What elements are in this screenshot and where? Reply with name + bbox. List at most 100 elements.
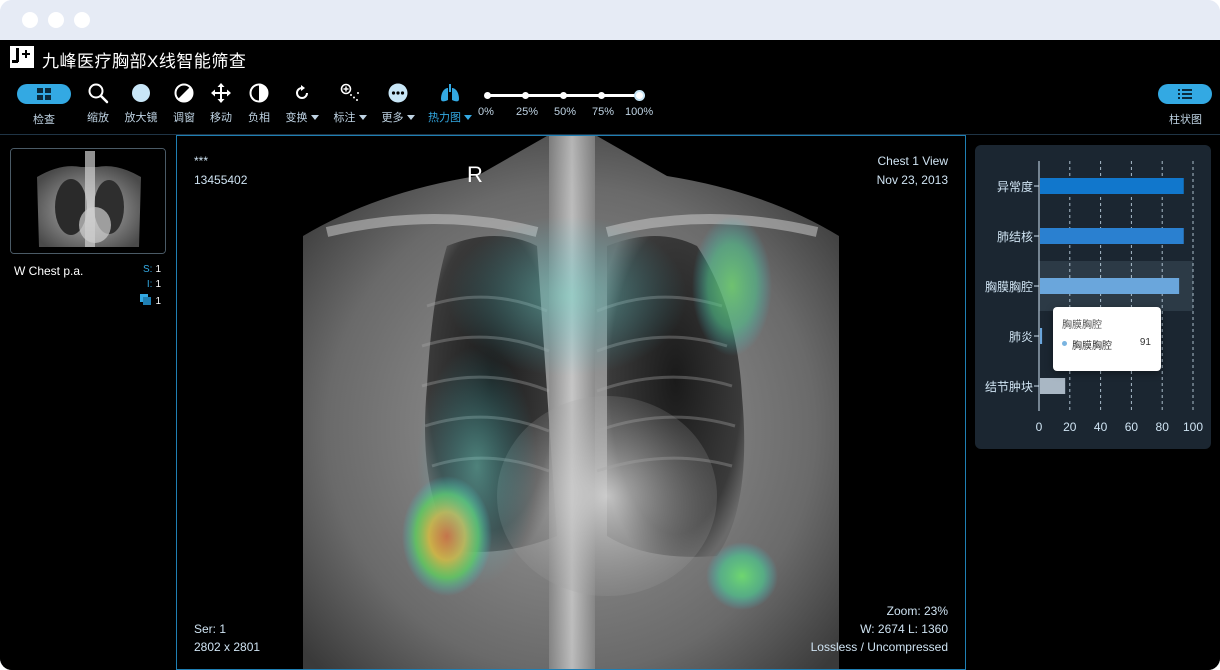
chevron-down-icon	[464, 115, 472, 120]
bar	[1040, 178, 1184, 194]
chest-xray-image[interactable]	[177, 136, 965, 669]
app-logo	[10, 46, 34, 68]
category-label: 肺炎	[1008, 330, 1033, 344]
meta-image-count: I: 1	[146, 279, 161, 290]
tooltip-value: 91	[1139, 337, 1151, 348]
tooltip-title: 胸膜胸腔	[1062, 320, 1102, 331]
slider-tick-dot[interactable]	[559, 92, 567, 99]
score-bar-chart: 0 20 40 60 80 100 异常度 肺结核 胸膜胸腔 肺炎 结节肿块 胸膜胸腔 胸膜胸腔 …	[975, 145, 1211, 449]
image-viewer[interactable]: R *** 13455402 Chest 1 View Nov 23, 2013…	[176, 135, 966, 670]
category-label: 肺结核	[996, 230, 1033, 244]
study-date: Nov 23, 2013	[876, 173, 948, 187]
x-tick-label: 60	[1125, 420, 1139, 434]
annotate-label: 标注	[333, 112, 356, 124]
window-level-label: 调窗	[173, 112, 195, 124]
compression-readout: Lossless / Uncompressed	[810, 640, 948, 654]
more-tool[interactable]: 更多	[380, 82, 416, 125]
patient-id: 13455402	[194, 173, 248, 187]
exam-label: 检查	[33, 114, 55, 126]
grid-icon	[37, 88, 51, 100]
study-description: Chest 1 View	[877, 154, 948, 168]
chart-tooltip: 胸膜胸腔 胸膜胸腔 91	[1053, 307, 1161, 371]
bar	[1040, 228, 1184, 244]
transform-label: 变换	[285, 112, 308, 124]
zoom-label: 缩放	[87, 112, 109, 124]
slider-tick-label: 75%	[592, 106, 615, 118]
magnifier-icon	[88, 83, 109, 104]
app-title: 九峰医疗胸部X线智能筛查	[42, 52, 247, 71]
slider-tick-label: 25%	[516, 106, 539, 118]
x-tick-label: 40	[1094, 420, 1108, 434]
series-thumbnail[interactable]	[10, 148, 166, 254]
half-circle-icon	[249, 83, 269, 103]
annotate-icon	[340, 83, 359, 101]
bar	[1040, 378, 1066, 394]
more-label: 更多	[381, 112, 404, 124]
slider-tick-label: 100%	[625, 106, 654, 118]
transform-tool[interactable]: 变换	[284, 82, 320, 125]
title-bar: 九峰医疗胸部X线智能筛查	[0, 40, 1220, 76]
slider-thumb[interactable]	[633, 90, 645, 101]
category-label: 结节肿块	[984, 380, 1033, 394]
bar	[1040, 328, 1043, 344]
zoom-tool[interactable]: 缩放	[84, 82, 112, 125]
app-window: 九峰医疗胸部X线智能筛查 检查 缩放 放大镜 调窗 移动 负相 变换 标注 更多…	[0, 0, 1220, 670]
annotate-tool[interactable]: 标注	[332, 82, 368, 125]
exam-button[interactable]	[17, 84, 71, 104]
window-level-tool[interactable]: 调窗	[170, 82, 198, 125]
slider-tick-dot[interactable]	[521, 92, 529, 99]
image-dimensions: 2802 x 2801	[194, 640, 261, 654]
chevron-down-icon	[406, 115, 415, 120]
chest-xray-thumbnail	[11, 149, 165, 253]
x-tick-label: 100	[1183, 420, 1203, 434]
slider-tick-label: 50%	[554, 106, 577, 118]
window-minimize-dot[interactable]	[48, 12, 64, 28]
tooltip-series-dot	[1062, 341, 1067, 346]
list-icon	[1178, 89, 1192, 99]
loupe-label: 放大镜	[124, 112, 158, 124]
circle-icon	[132, 84, 150, 102]
x-tick-label: 20	[1063, 420, 1077, 434]
orientation-marker: R	[467, 162, 483, 187]
series-panel: W Chest p.a. S: 1 I: 1 1	[0, 135, 176, 670]
category-label: 胸膜胸腔	[984, 280, 1033, 294]
rotate-icon	[296, 85, 308, 99]
category-label: 异常度	[996, 180, 1033, 194]
invert-tool[interactable]: 负相	[245, 82, 273, 125]
slider-tick-label: 0%	[478, 106, 494, 118]
heatmap-tool[interactable]: 热力图	[428, 82, 472, 125]
heatmap-opacity-slider[interactable]: 0% 25% 50% 75% 100%	[478, 86, 653, 118]
move-tool[interactable]: 移动	[207, 82, 235, 125]
window-level-icon	[174, 83, 194, 103]
series-number: Ser: 1	[194, 622, 227, 636]
stack-icon	[140, 294, 152, 305]
window-chrome	[0, 0, 1220, 40]
meta-series-count: S: 1	[142, 264, 161, 275]
toolbar: 检查 缩放 放大镜 调窗 移动 负相 变换 标注 更多 热力图 0% 25% 5…	[0, 76, 1220, 134]
slider-tick-dot[interactable]	[597, 92, 605, 99]
patient-name: ***	[194, 154, 209, 168]
meta-stack-count: 1	[140, 294, 161, 307]
heatmap-label: 热力图	[428, 112, 461, 124]
bar-chart-label: 柱状图	[1169, 114, 1202, 126]
chevron-down-icon	[358, 115, 367, 120]
window-maximize-dot[interactable]	[74, 12, 90, 28]
loupe-tool[interactable]: 放大镜	[124, 82, 158, 125]
bar	[1040, 278, 1180, 294]
app-body: 九峰医疗胸部X线智能筛查 检查 缩放 放大镜 调窗 移动 负相 变换 标注 更多…	[0, 40, 1220, 670]
invert-label: 负相	[248, 112, 270, 124]
tooltip-series-name: 胸膜胸腔	[1072, 341, 1112, 352]
move-label: 移动	[210, 112, 232, 124]
window-level-readout: W: 2674 L: 1360	[860, 622, 948, 636]
chevron-down-icon	[310, 115, 319, 120]
x-tick-label: 80	[1156, 420, 1170, 434]
x-tick-label: 0	[1036, 420, 1043, 434]
slider-tick-dot[interactable]	[483, 92, 491, 99]
series-name: W Chest p.a.	[14, 264, 84, 278]
zoom-readout: Zoom: 23%	[886, 604, 948, 618]
more-icon	[388, 83, 408, 103]
bar-chart-button[interactable]	[1158, 84, 1212, 104]
window-close-dot[interactable]	[22, 12, 38, 28]
move-arrows-icon	[211, 83, 231, 103]
result-panel: 0 20 40 60 80 100 异常度 肺结核 胸膜胸腔 肺炎 结节肿块 胸膜胸腔 胸膜胸腔 …	[966, 135, 1220, 670]
